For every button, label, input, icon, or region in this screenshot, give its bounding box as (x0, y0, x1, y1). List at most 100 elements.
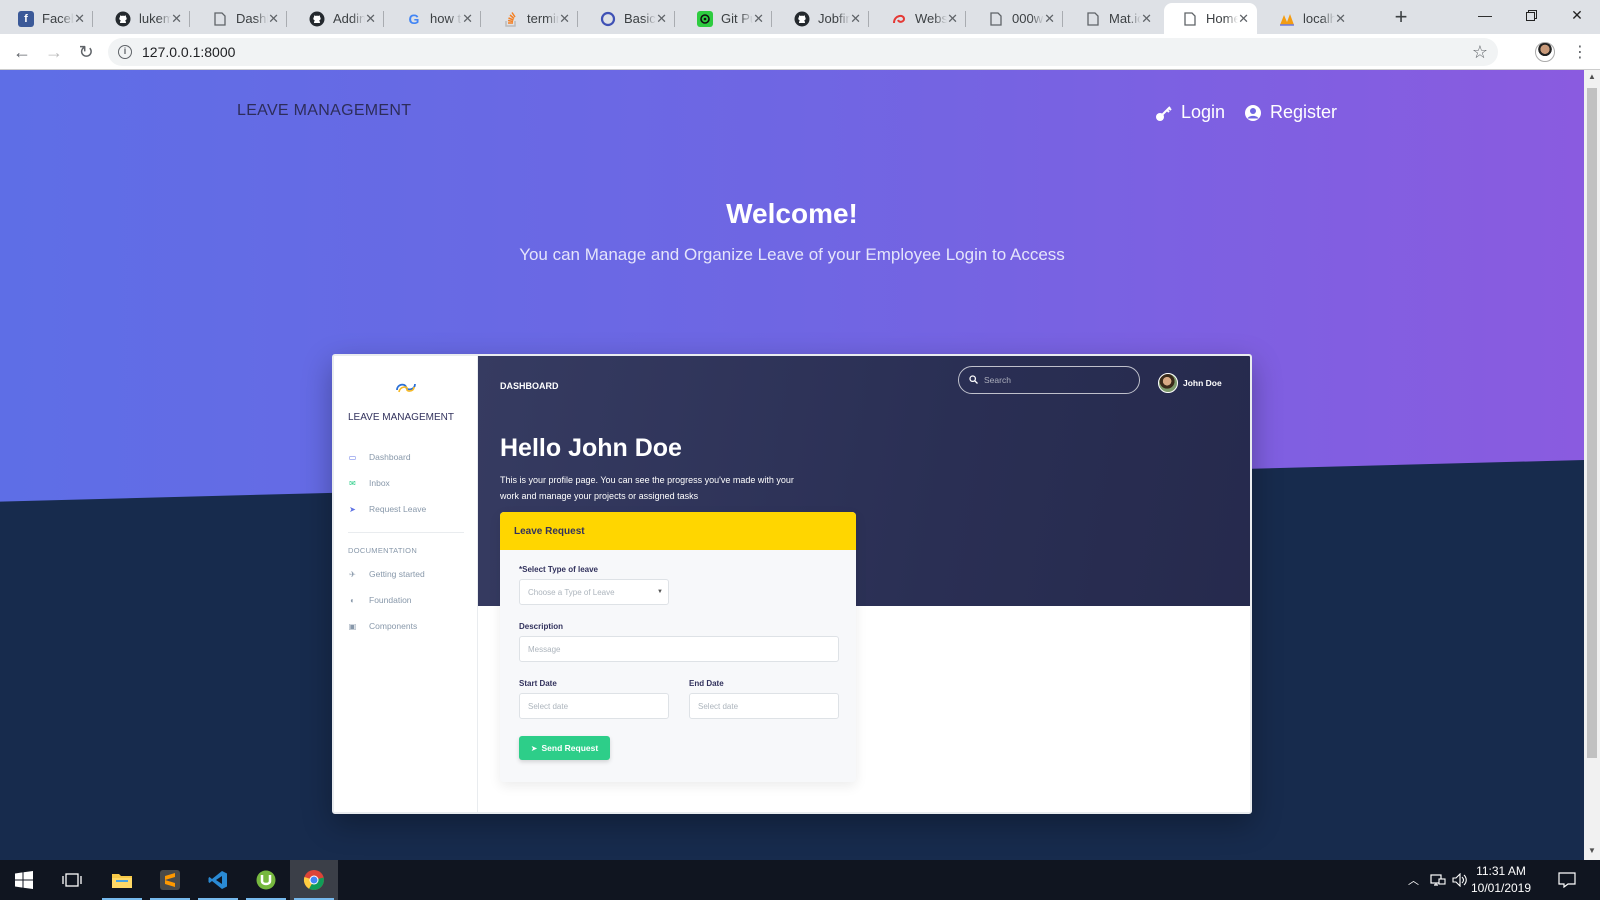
start-button[interactable] (0, 860, 48, 900)
tab-github[interactable]: Adding ✕ (291, 3, 384, 34)
task-view-icon (62, 873, 82, 887)
leave-type-select[interactable]: Choose a Type of Leave ▼ (519, 579, 669, 605)
chrome-button[interactable] (290, 860, 338, 900)
sidebar-item-components[interactable]: ▣ Components (348, 621, 417, 631)
start-date-input[interactable]: Select date (519, 693, 669, 719)
tab-github[interactable]: lukem ✕ (97, 3, 190, 34)
sidebar-item-dashboard[interactable]: ▭ Dashboard (348, 452, 411, 462)
close-icon[interactable]: ✕ (559, 11, 570, 27)
tab-github[interactable]: Jobfin ✕ (776, 3, 869, 34)
sidebar-item-label: Getting started (369, 569, 425, 579)
vscode-button[interactable] (194, 860, 242, 900)
tab-matio[interactable]: Mat.io ✕ (1067, 3, 1160, 34)
close-window-button[interactable]: ✕ (1554, 0, 1600, 30)
scroll-up-icon[interactable]: ▲ (1588, 72, 1596, 81)
tab-label: Website (915, 11, 948, 26)
close-icon[interactable]: ✕ (850, 11, 861, 27)
tab-google[interactable]: G how to ✕ (388, 3, 481, 34)
tab-website[interactable]: Website ✕ (873, 3, 966, 34)
network-tray[interactable] (1430, 860, 1446, 900)
windows-start-icon (15, 871, 33, 889)
close-icon[interactable]: ✕ (1335, 11, 1346, 27)
windows-taskbar: ︿ 11:31 AM 10/01/2019 (0, 860, 1600, 900)
page-viewport: LEAVE MANAGEMENT Login Register Welcome!… (0, 70, 1584, 860)
menu-icon[interactable]: ⋮ (1572, 42, 1588, 62)
bookmark-star-icon[interactable]: ☆ (1472, 42, 1488, 63)
github-icon (115, 11, 131, 27)
tab-git[interactable]: Git Pu ✕ (679, 3, 772, 34)
scroll-down-icon[interactable]: ▼ (1588, 846, 1596, 855)
avatar (1158, 373, 1178, 393)
close-icon[interactable]: ✕ (268, 11, 279, 27)
address-bar[interactable]: i 127.0.0.1:8000 ☆ (108, 38, 1498, 66)
description-input[interactable]: Message (519, 636, 839, 662)
info-icon[interactable]: i (118, 45, 132, 59)
close-icon[interactable]: ✕ (656, 11, 667, 27)
tab-basic[interactable]: Basic ✕ (582, 3, 675, 34)
scrollbar-thumb[interactable] (1587, 88, 1597, 758)
palette-icon: ◐ (350, 595, 355, 605)
tab-label: Facebook (42, 11, 74, 26)
chrome-icon (303, 870, 324, 890)
sidebar-item-inbox[interactable]: ✉ Inbox (348, 478, 390, 488)
profile-avatar[interactable] (1535, 42, 1555, 62)
system-clock[interactable]: 11:31 AM 10/01/2019 (1466, 863, 1536, 897)
sidebar-item-request-leave[interactable]: ➤ Request Leave (348, 504, 426, 514)
end-date-input[interactable]: Select date (689, 693, 839, 719)
tab-localhost[interactable]: localhost ✕ (1261, 3, 1354, 34)
file-explorer-icon (112, 874, 132, 888)
tab-label: Dashboard (236, 11, 268, 26)
mail-icon: ✉ (349, 478, 356, 488)
send-request-button[interactable]: ➤ Send Request (519, 736, 610, 760)
close-icon[interactable]: ✕ (947, 11, 958, 27)
tab-000webhost[interactable]: 000webhost ✕ (970, 3, 1063, 34)
sidebar-item-foundation[interactable]: ◐ Foundation (348, 595, 411, 605)
tab-stackoverflow[interactable]: terminal ✕ (485, 3, 578, 34)
task-view-button[interactable] (48, 860, 96, 900)
caret-down-icon: ▼ (657, 589, 663, 595)
register-link[interactable]: Register (1244, 102, 1337, 123)
show-hidden-icons[interactable]: ︿ (1408, 860, 1419, 900)
close-icon[interactable]: ✕ (462, 11, 473, 27)
new-tab-button[interactable]: + (1388, 5, 1414, 31)
sublime-text-button[interactable] (146, 860, 194, 900)
tab-label: lukem (139, 11, 172, 26)
forward-button[interactable]: → (42, 40, 66, 64)
sidebar-item-getting-started[interactable]: ✈ Getting started (348, 569, 425, 579)
close-icon[interactable]: ✕ (74, 11, 85, 27)
github-icon (794, 11, 810, 27)
back-button[interactable]: ← (10, 40, 34, 64)
close-icon[interactable]: ✕ (1044, 11, 1055, 27)
restore-button[interactable] (1508, 0, 1554, 30)
minimize-button[interactable]: — (1462, 0, 1508, 30)
preview-search-input[interactable]: Search (958, 366, 1140, 394)
url-text[interactable]: 127.0.0.1:8000 (142, 44, 235, 60)
tab-dashboard[interactable]: Dashboard ✕ (194, 3, 287, 34)
close-icon[interactable]: ✕ (753, 11, 764, 27)
preview-user-menu[interactable]: John Doe (1158, 373, 1222, 393)
sublime-icon (160, 870, 180, 890)
close-icon[interactable]: ✕ (1238, 11, 1249, 27)
close-icon[interactable]: ✕ (171, 11, 182, 27)
close-icon[interactable]: ✕ (365, 11, 376, 27)
site-brand[interactable]: LEAVE MANAGEMENT (237, 102, 411, 120)
tab-label: how to (430, 11, 462, 26)
page-icon (212, 11, 228, 27)
sidebar-item-label: Components (369, 621, 418, 631)
documentation-heading: DOCUMENTATION (348, 546, 418, 555)
dashboard-preview: LEAVE MANAGEMENT ▭ Dashboard ✉ Inbox ➤ R… (332, 354, 1252, 814)
preview-page-title[interactable]: DASHBOARD (500, 381, 559, 391)
leave-type-label: *Select Type of leave (519, 565, 598, 574)
tab-facebook[interactable]: f Facebook ✕ (0, 3, 93, 34)
reload-button[interactable]: ↻ (74, 40, 98, 64)
login-link[interactable]: Login (1155, 102, 1225, 123)
tab-home[interactable]: Home ✕ (1164, 3, 1257, 34)
action-center-button[interactable] (1558, 860, 1576, 900)
utorrent-button[interactable] (242, 860, 290, 900)
close-icon[interactable]: ✕ (1141, 11, 1152, 27)
file-explorer-button[interactable] (98, 860, 146, 900)
description-label: Description (519, 622, 564, 631)
tab-label: Jobfin (818, 11, 851, 26)
page-scrollbar[interactable]: ▲ ▼ (1584, 70, 1600, 860)
swirl-icon (891, 11, 907, 27)
